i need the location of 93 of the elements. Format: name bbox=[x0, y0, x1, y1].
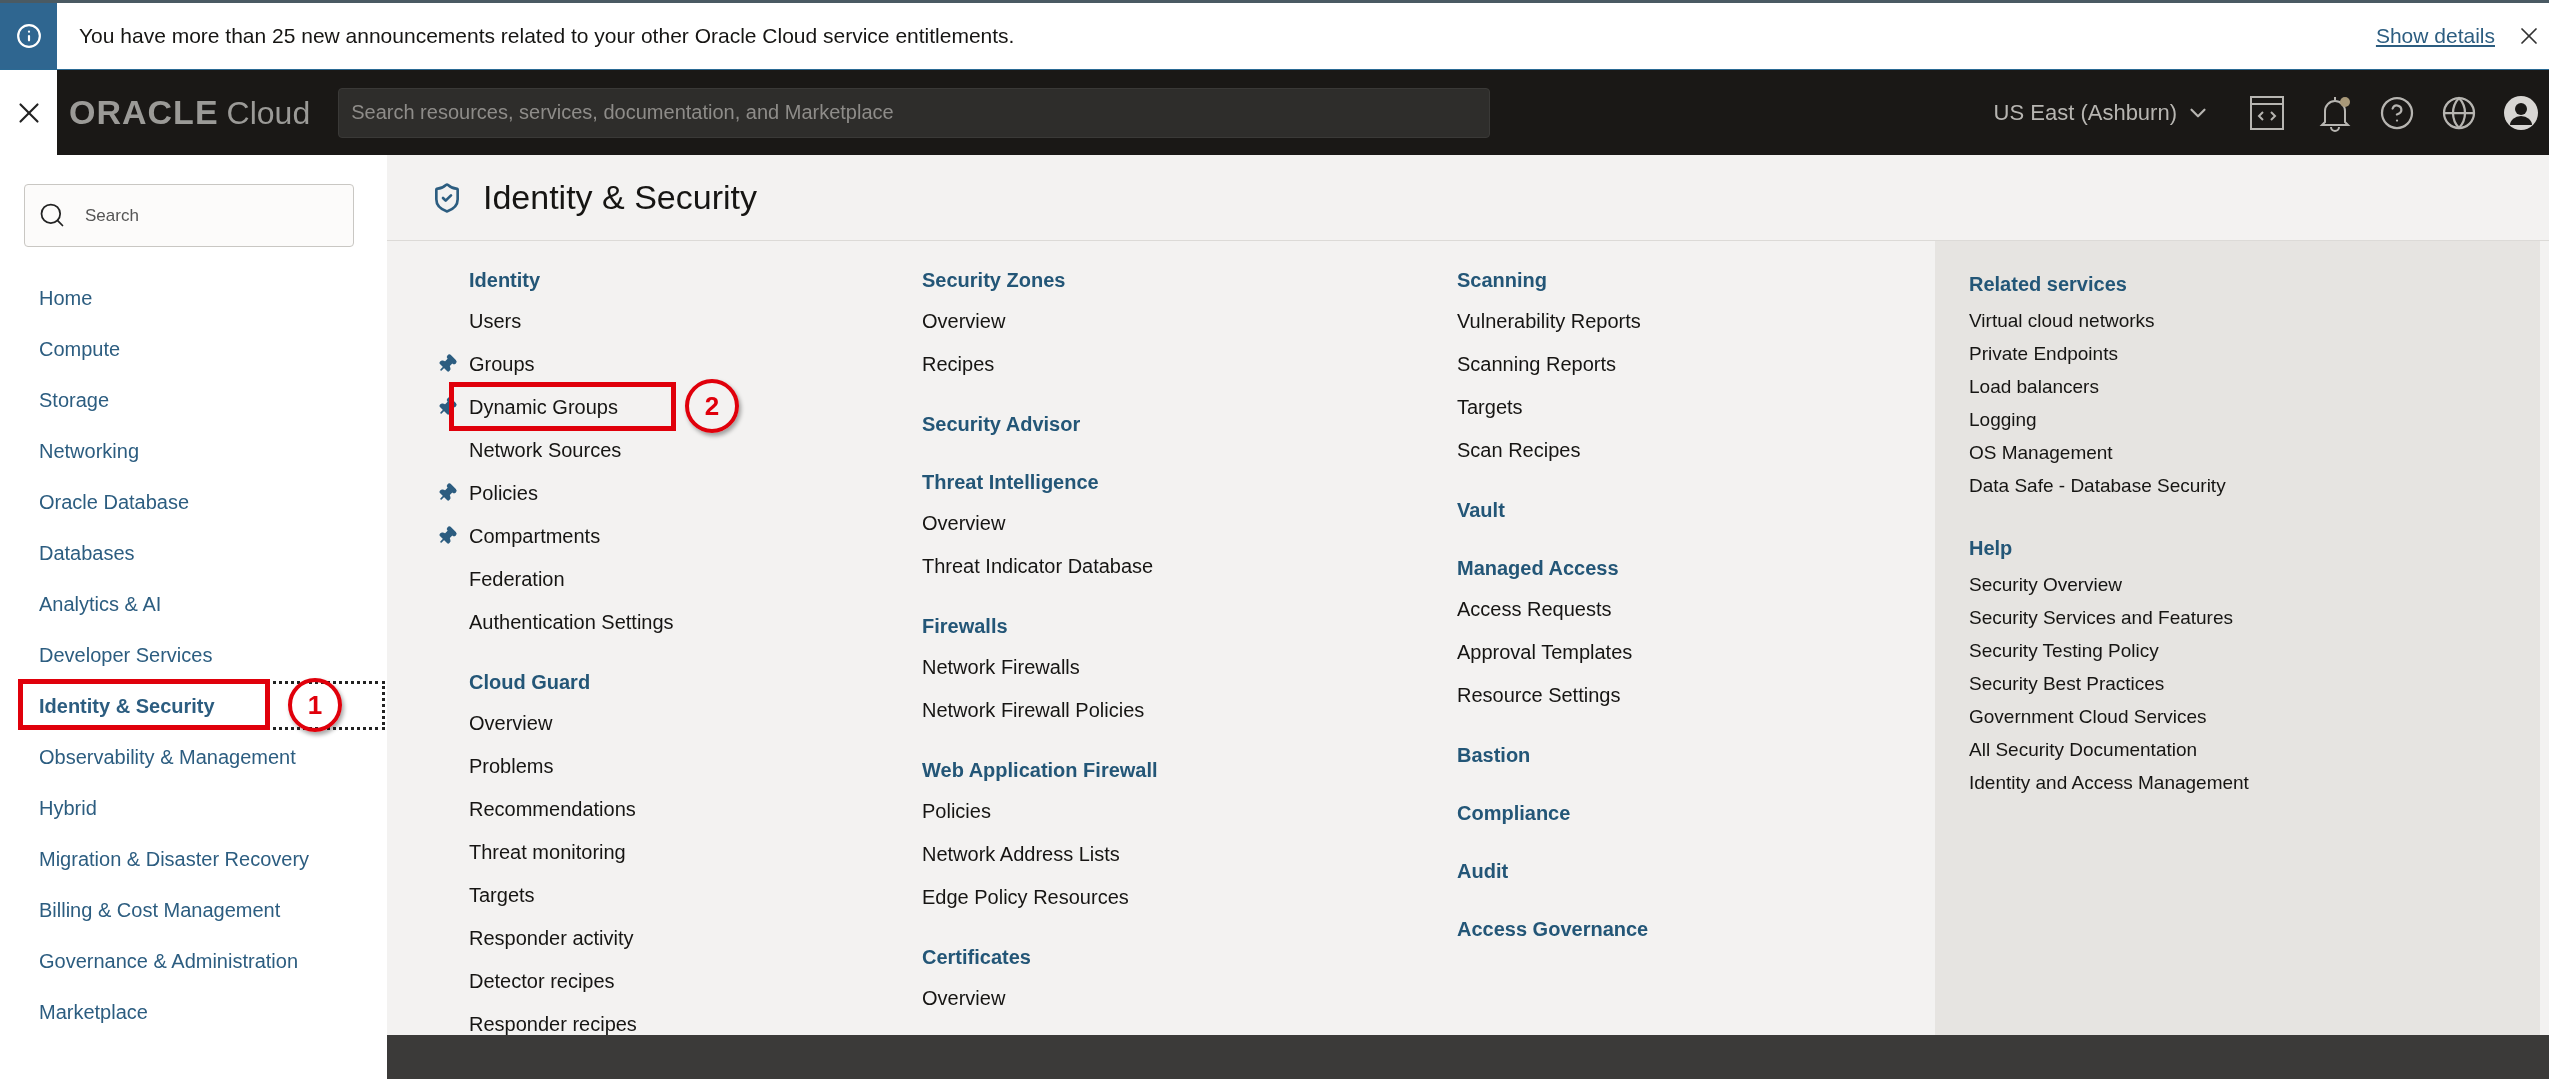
menu-link[interactable]: Network Address Lists bbox=[922, 838, 1120, 869]
search-field[interactable]: Search resources, services, documentation, and Marketplace bbox=[338, 87, 1491, 138]
step-number-badge: 2 bbox=[685, 379, 739, 433]
section-heading: Identity bbox=[469, 267, 541, 293]
menu-link[interactable]: Authentication Settings bbox=[469, 606, 674, 637]
sidebar-item[interactable]: Storage bbox=[39, 379, 110, 420]
related-link[interactable]: Security Testing Policy bbox=[1969, 637, 2159, 666]
page-title: Identity & Security bbox=[483, 177, 757, 218]
section-heading: Certificates bbox=[922, 944, 1031, 970]
related-link[interactable]: OS Management bbox=[1969, 439, 2113, 468]
region-selector[interactable]: US East (Ashburn) bbox=[1993, 96, 2211, 129]
menu-link[interactable]: Threat monitoring bbox=[469, 836, 626, 867]
section-heading: Audit bbox=[1457, 858, 1509, 884]
menu-link[interactable]: Users bbox=[469, 305, 522, 336]
related-link[interactable]: Identity and Access Management bbox=[1969, 769, 2249, 798]
show-details-link[interactable]: Show details bbox=[2375, 20, 2495, 52]
section-heading: Firewalls bbox=[922, 613, 1008, 639]
menu-link[interactable]: Policies bbox=[469, 477, 538, 508]
help-icon[interactable] bbox=[2379, 94, 2415, 131]
related-link[interactable]: Security Overview bbox=[1969, 571, 2123, 600]
sidebar-item[interactable]: Hybrid bbox=[39, 787, 97, 828]
section-heading: Security Zones bbox=[922, 267, 1066, 293]
menu-link[interactable]: Compartments bbox=[469, 520, 601, 551]
related-link[interactable]: Load balancers bbox=[1969, 373, 2099, 402]
section-heading: Managed Access bbox=[1457, 555, 1619, 581]
globe-icon[interactable] bbox=[2441, 94, 2477, 131]
sidebar-item[interactable]: Oracle Database bbox=[39, 481, 190, 522]
logo[interactable]: ORACLE Cloud bbox=[69, 87, 311, 138]
menu-link[interactable]: Problems bbox=[469, 750, 554, 781]
step-number-badge: 1 bbox=[288, 678, 342, 732]
related-link[interactable]: Logging bbox=[1969, 406, 2037, 435]
search-icon bbox=[38, 201, 66, 229]
section-heading: Threat Intelligence bbox=[922, 469, 1099, 495]
menu-link[interactable]: Recommendations bbox=[469, 793, 636, 824]
sidebar-item[interactable]: Identity & Security bbox=[28, 685, 223, 726]
menu-link[interactable]: Threat Indicator Database bbox=[922, 550, 1154, 581]
sidebar-item[interactable]: Governance & Administration bbox=[39, 940, 299, 981]
announcement-text: You have more than 25 new announcements related to your other Oracle Cloud service entitlements. bbox=[79, 23, 1016, 50]
sidebar-item[interactable]: Billing & Cost Management bbox=[39, 889, 281, 930]
menu-link[interactable]: Overview bbox=[922, 507, 1006, 538]
sidebar-item[interactable]: Analytics & AI bbox=[39, 583, 162, 624]
sidebar-item[interactable]: Networking bbox=[39, 430, 140, 471]
section-heading: Bastion bbox=[1457, 742, 1531, 768]
menu-link[interactable]: Targets bbox=[1457, 391, 1523, 422]
menu-link[interactable]: Responder recipes bbox=[469, 1008, 637, 1039]
related-link[interactable]: Security Services and Features bbox=[1969, 604, 2233, 633]
section-heading: Web Application Firewall bbox=[922, 757, 1158, 783]
menu-link[interactable]: Policies bbox=[922, 795, 991, 826]
section-heading: Help bbox=[1969, 536, 2013, 561]
section-heading: Related services bbox=[1969, 272, 2127, 297]
related-link[interactable]: All Security Documentation bbox=[1969, 736, 2198, 765]
menu-link[interactable]: Groups bbox=[469, 348, 535, 379]
menu-link[interactable]: Overview bbox=[922, 982, 1006, 1013]
sidebar-search-field[interactable]: Search bbox=[24, 184, 354, 247]
sidebar-item[interactable]: Observability & Management bbox=[39, 736, 296, 777]
menu-link[interactable]: Scan Recipes bbox=[1457, 434, 1581, 465]
sidebar-item[interactable]: Marketplace bbox=[39, 991, 148, 1032]
menu-link[interactable]: Overview bbox=[469, 707, 553, 738]
related-link[interactable]: Data Safe - Database Security bbox=[1969, 472, 2226, 501]
section-heading: Security Advisor bbox=[922, 411, 1081, 437]
menu-link[interactable]: Network Sources bbox=[469, 434, 622, 465]
menu-link[interactable]: Resource Settings bbox=[1457, 679, 1621, 710]
related-link[interactable]: Virtual cloud networks bbox=[1969, 307, 2155, 336]
menu-link[interactable]: Edge Policy Resources bbox=[922, 881, 1129, 912]
menu-link[interactable]: Federation bbox=[469, 563, 565, 594]
menu-link[interactable]: Detector recipes bbox=[469, 965, 615, 996]
related-link[interactable]: Private Endpoints bbox=[1969, 340, 2118, 369]
info-icon bbox=[15, 23, 42, 49]
menu-link[interactable]: Access Requests bbox=[1457, 593, 1612, 624]
section-heading: Vault bbox=[1457, 497, 1505, 523]
related-link[interactable]: Government Cloud Services bbox=[1969, 703, 2207, 732]
user-avatar-icon[interactable] bbox=[2503, 94, 2539, 131]
menu-link[interactable]: Approval Templates bbox=[1457, 636, 1633, 667]
sidebar-item[interactable]: Migration & Disaster Recovery bbox=[39, 838, 310, 879]
section-heading: Cloud Guard bbox=[469, 669, 591, 695]
section-heading: Scanning bbox=[1457, 267, 1547, 293]
menu-link[interactable]: Dynamic Groups bbox=[469, 391, 618, 422]
menu-link[interactable]: Network Firewalls bbox=[922, 651, 1080, 682]
menu-link[interactable]: Recipes bbox=[922, 348, 995, 379]
menu-link[interactable]: Responder activity bbox=[469, 922, 634, 953]
menu-link[interactable]: Network Firewall Policies bbox=[922, 694, 1145, 725]
sidebar-item[interactable]: Databases bbox=[39, 532, 135, 573]
sidebar-item[interactable]: Developer Services bbox=[39, 634, 213, 675]
section-heading: Compliance bbox=[1457, 800, 1571, 826]
sidebar-item[interactable]: Home bbox=[39, 277, 93, 318]
menu-link[interactable]: Targets bbox=[469, 879, 535, 910]
menu-link[interactable]: Vulnerability Reports bbox=[1457, 305, 1641, 336]
code-editor-icon[interactable] bbox=[2249, 94, 2285, 131]
menu-link[interactable]: Overview bbox=[922, 305, 1006, 336]
menu-link[interactable]: Scanning Reports bbox=[1457, 348, 1616, 379]
section-heading: Access Governance bbox=[1457, 916, 1649, 942]
related-link[interactable]: Security Best Practices bbox=[1969, 670, 2165, 699]
sidebar-item[interactable]: Compute bbox=[39, 328, 121, 369]
